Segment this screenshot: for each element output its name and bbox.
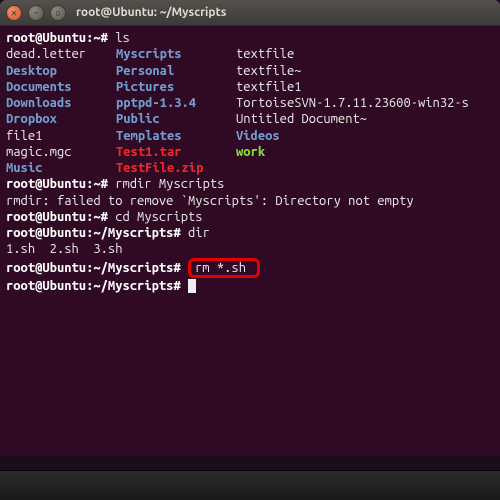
ls-item: Templates bbox=[116, 128, 236, 144]
ls-output: dead.letterMyscriptstextfile DesktopPers… bbox=[6, 47, 469, 175]
dir-output: 1.sh 2.sh 3.sh bbox=[6, 242, 122, 256]
ls-item: Downloads bbox=[6, 95, 116, 111]
prompt: root@Ubuntu:~# bbox=[6, 31, 108, 45]
ls-item: TortoiseSVN-1.7.11.23600-win32-s bbox=[236, 95, 469, 111]
ls-item: textfile~ bbox=[236, 63, 302, 79]
ls-item: Videos bbox=[236, 128, 280, 144]
close-icon[interactable]: ✕ bbox=[6, 5, 22, 21]
prompt: root@Ubuntu:~/Myscripts# bbox=[6, 279, 181, 293]
ls-item: Public bbox=[116, 111, 236, 127]
rmdir-error: rmdir: failed to remove `Myscripts': Dir… bbox=[6, 194, 414, 208]
prompt: root@Ubuntu:~# bbox=[6, 210, 108, 224]
ls-item: Music bbox=[6, 160, 116, 176]
ls-item: textfile bbox=[236, 46, 294, 62]
ls-item: dead.letter bbox=[6, 46, 116, 62]
ls-item: Test1.tar bbox=[116, 144, 236, 160]
minimize-icon[interactable]: – bbox=[28, 5, 44, 21]
ls-item: Untitled Document~ bbox=[236, 111, 367, 127]
cursor bbox=[188, 279, 196, 293]
command-ls: ls bbox=[115, 31, 130, 45]
ls-item: textfile1 bbox=[236, 79, 302, 95]
terminal-body[interactable]: root@Ubuntu:~# ls dead.letterMyscriptste… bbox=[0, 26, 500, 456]
command-rmdir: rmdir Myscripts bbox=[115, 177, 224, 191]
ls-item: Desktop bbox=[6, 63, 116, 79]
terminal-window: ✕ – ▫ root@Ubuntu: ~/Myscripts root@Ubun… bbox=[0, 0, 500, 456]
ls-item: Documents bbox=[6, 79, 116, 95]
bottom-dock bbox=[0, 470, 500, 500]
ls-item: Pictures bbox=[116, 79, 236, 95]
prompt: root@Ubuntu:~/Myscripts# bbox=[6, 226, 181, 240]
prompt: root@Ubuntu:~/Myscripts# bbox=[6, 261, 181, 275]
ls-item: Personal bbox=[116, 63, 236, 79]
prompt: root@Ubuntu:~# bbox=[6, 177, 108, 191]
ls-item: TestFile.zip bbox=[116, 160, 236, 176]
ls-item: pptpd-1.3.4 bbox=[116, 95, 236, 111]
maximize-icon[interactable]: ▫ bbox=[50, 5, 66, 21]
ls-item: work bbox=[236, 144, 265, 160]
ls-item: Dropbox bbox=[6, 111, 116, 127]
titlebar[interactable]: ✕ – ▫ root@Ubuntu: ~/Myscripts bbox=[0, 0, 500, 26]
ls-item: file1 bbox=[6, 128, 116, 144]
command-dir: dir bbox=[188, 226, 210, 240]
ls-item: magic.mgc bbox=[6, 144, 116, 160]
command-rm: rm *.sh bbox=[195, 261, 246, 275]
highlighted-command: rm *.sh bbox=[188, 258, 260, 278]
window-title: root@Ubuntu: ~/Myscripts bbox=[76, 6, 226, 19]
command-cd: cd Myscripts bbox=[115, 210, 202, 224]
ls-item: Myscripts bbox=[116, 46, 236, 62]
